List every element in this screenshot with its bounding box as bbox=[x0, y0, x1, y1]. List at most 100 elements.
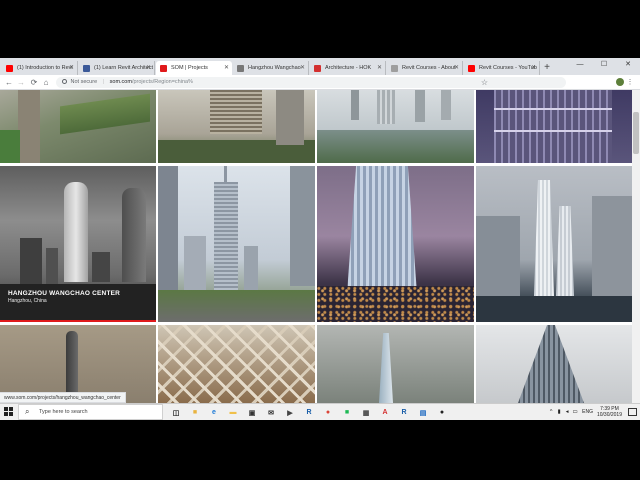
project-tile[interactable] bbox=[476, 166, 632, 322]
project-tile[interactable] bbox=[476, 90, 632, 163]
file-explorer-icon[interactable]: ■ bbox=[187, 406, 203, 419]
project-tile[interactable] bbox=[0, 90, 156, 163]
tab-revit-courses-youtube[interactable]: Revit Courses - YouTub ✕ bbox=[464, 61, 540, 75]
tray-up-icon[interactable]: ^ bbox=[547, 409, 555, 415]
windows-start-icon[interactable] bbox=[4, 407, 14, 417]
back-button[interactable]: ← bbox=[4, 77, 14, 88]
file-explorer-glyph: ■ bbox=[192, 409, 198, 416]
notification-icon[interactable] bbox=[628, 408, 637, 416]
close-icon[interactable]: ✕ bbox=[454, 61, 459, 75]
network-icon[interactable]: ▮ bbox=[555, 409, 563, 415]
tile-image bbox=[184, 236, 206, 290]
tile-image bbox=[351, 90, 359, 120]
edge-glyph: e bbox=[212, 409, 216, 416]
home-button[interactable]: ⌂ bbox=[41, 77, 51, 88]
youtube-icon bbox=[468, 65, 475, 72]
separator: | bbox=[102, 79, 105, 85]
close-icon[interactable]: ✕ bbox=[224, 61, 229, 75]
tab-revit-courses-about[interactable]: Revit Courses - About ✕ bbox=[387, 61, 463, 75]
page-icon bbox=[237, 65, 244, 72]
chrome-glyph: ● bbox=[325, 409, 331, 416]
project-tile[interactable] bbox=[158, 325, 315, 403]
project-tile-featured[interactable]: HANGZHOU WANGCHAO CENTER Hangzhou, China bbox=[0, 166, 156, 322]
task-view-icon[interactable]: ◫ bbox=[168, 406, 184, 419]
calculator-icon[interactable]: ▦ bbox=[358, 406, 374, 419]
page-scrollbar[interactable] bbox=[632, 90, 640, 403]
tile-caption: HANGZHOU WANGCHAO CENTER Hangzhou, China bbox=[8, 290, 120, 304]
acrobat-icon[interactable]: A bbox=[377, 406, 393, 419]
bookmark-star-icon[interactable]: ☆ bbox=[481, 77, 488, 88]
mail-icon[interactable]: ✉ bbox=[263, 406, 279, 419]
search-icon: ⌕ bbox=[25, 407, 30, 416]
tile-image bbox=[276, 90, 304, 145]
close-icon[interactable]: ✕ bbox=[377, 61, 382, 75]
volume-icon[interactable]: ◂ bbox=[563, 409, 571, 415]
close-icon[interactable]: ✕ bbox=[300, 61, 305, 75]
project-tile[interactable] bbox=[317, 325, 474, 403]
photos-icon[interactable]: ▤ bbox=[415, 406, 431, 419]
tile-image bbox=[441, 90, 451, 120]
maximize-button[interactable]: ☐ bbox=[592, 58, 616, 72]
tab-label: (1) Introduction to Revi bbox=[17, 65, 73, 71]
hok-icon bbox=[314, 65, 321, 72]
tab-introduction-revit[interactable]: (1) Introduction to Revi ✕ bbox=[2, 61, 78, 75]
close-icon[interactable]: ✕ bbox=[531, 61, 536, 75]
tile-image bbox=[20, 238, 42, 284]
tile-image bbox=[122, 188, 146, 282]
tab-strip: (1) Introduction to Revi ✕ (1) Learn Rev… bbox=[0, 58, 640, 75]
project-tile[interactable] bbox=[317, 166, 474, 322]
tile-image bbox=[158, 290, 315, 322]
tile-image bbox=[377, 90, 395, 124]
app-dark-glyph: ● bbox=[439, 409, 445, 416]
tab-som-projects[interactable]: SOM | Projects ✕ bbox=[156, 61, 232, 75]
project-tile[interactable] bbox=[476, 325, 632, 403]
address-bar[interactable]: Not secure | som.com/projects/Region=chi… bbox=[56, 77, 566, 88]
tile-image bbox=[476, 216, 520, 296]
screen: (1) Introduction to Revi ✕ (1) Learn Rev… bbox=[0, 58, 640, 420]
media-icon[interactable]: ▶ bbox=[282, 406, 298, 419]
revit-icon[interactable]: R bbox=[301, 406, 317, 419]
menu-icon[interactable]: ⋮ bbox=[624, 77, 636, 88]
folder-icon[interactable]: ▬ bbox=[225, 406, 241, 419]
media-glyph: ▶ bbox=[287, 409, 293, 417]
project-tile[interactable] bbox=[317, 90, 474, 163]
tile-image bbox=[158, 166, 178, 298]
tile-image bbox=[60, 93, 150, 135]
taskbar-search[interactable]: ⌕ Type here to search bbox=[18, 404, 163, 420]
app-green-glyph: ■ bbox=[344, 409, 350, 416]
app-green-icon[interactable]: ■ bbox=[339, 406, 355, 419]
revit2-glyph: R bbox=[401, 409, 407, 416]
forward-button[interactable]: → bbox=[16, 77, 26, 88]
battery-icon[interactable]: ▭ bbox=[571, 409, 579, 415]
revit2-icon[interactable]: R bbox=[396, 406, 412, 419]
taskbar-apps: ◫ ■ e ▬ ▣ ✉ ▶ R ● ■ ▦ A R ▤ ● bbox=[168, 406, 453, 419]
chrome-icon[interactable]: ● bbox=[320, 406, 336, 419]
edge-icon[interactable]: e bbox=[206, 406, 222, 419]
page-icon bbox=[391, 65, 398, 72]
clock[interactable]: 7:39 PM 10/30/2019 bbox=[597, 406, 622, 418]
close-window-button[interactable]: ✕ bbox=[616, 58, 640, 72]
tile-image bbox=[224, 166, 227, 184]
minimize-button[interactable]: — bbox=[568, 58, 592, 72]
reload-button[interactable]: ⟳ bbox=[29, 77, 39, 88]
tile-image bbox=[64, 182, 88, 282]
accent-bar bbox=[0, 320, 156, 322]
close-icon[interactable]: ✕ bbox=[146, 61, 151, 75]
app-dark-icon[interactable]: ● bbox=[434, 406, 450, 419]
tab-learn-revit[interactable]: (1) Learn Revit Architect ✕ bbox=[79, 61, 155, 75]
info-icon[interactable] bbox=[62, 78, 67, 84]
tile-image bbox=[592, 196, 632, 296]
store-icon[interactable]: ▣ bbox=[244, 406, 260, 419]
language-indicator[interactable]: ENG bbox=[582, 409, 593, 415]
url-path: /projects/Region=china% bbox=[131, 79, 193, 85]
new-tab-button[interactable]: + bbox=[541, 61, 553, 75]
scrollbar-thumb[interactable] bbox=[633, 112, 639, 154]
project-tile[interactable] bbox=[158, 166, 315, 322]
folder-glyph: ▬ bbox=[229, 409, 237, 416]
project-tile[interactable] bbox=[158, 90, 315, 163]
avatar[interactable] bbox=[616, 78, 624, 86]
tile-image bbox=[210, 90, 262, 134]
tab-architecture-hok[interactable]: Architecture - HOK ✕ bbox=[310, 61, 386, 75]
close-icon[interactable]: ✕ bbox=[69, 61, 74, 75]
tab-hangzhou-wangchao[interactable]: Hangzhou Wangchao ✕ bbox=[233, 61, 309, 75]
